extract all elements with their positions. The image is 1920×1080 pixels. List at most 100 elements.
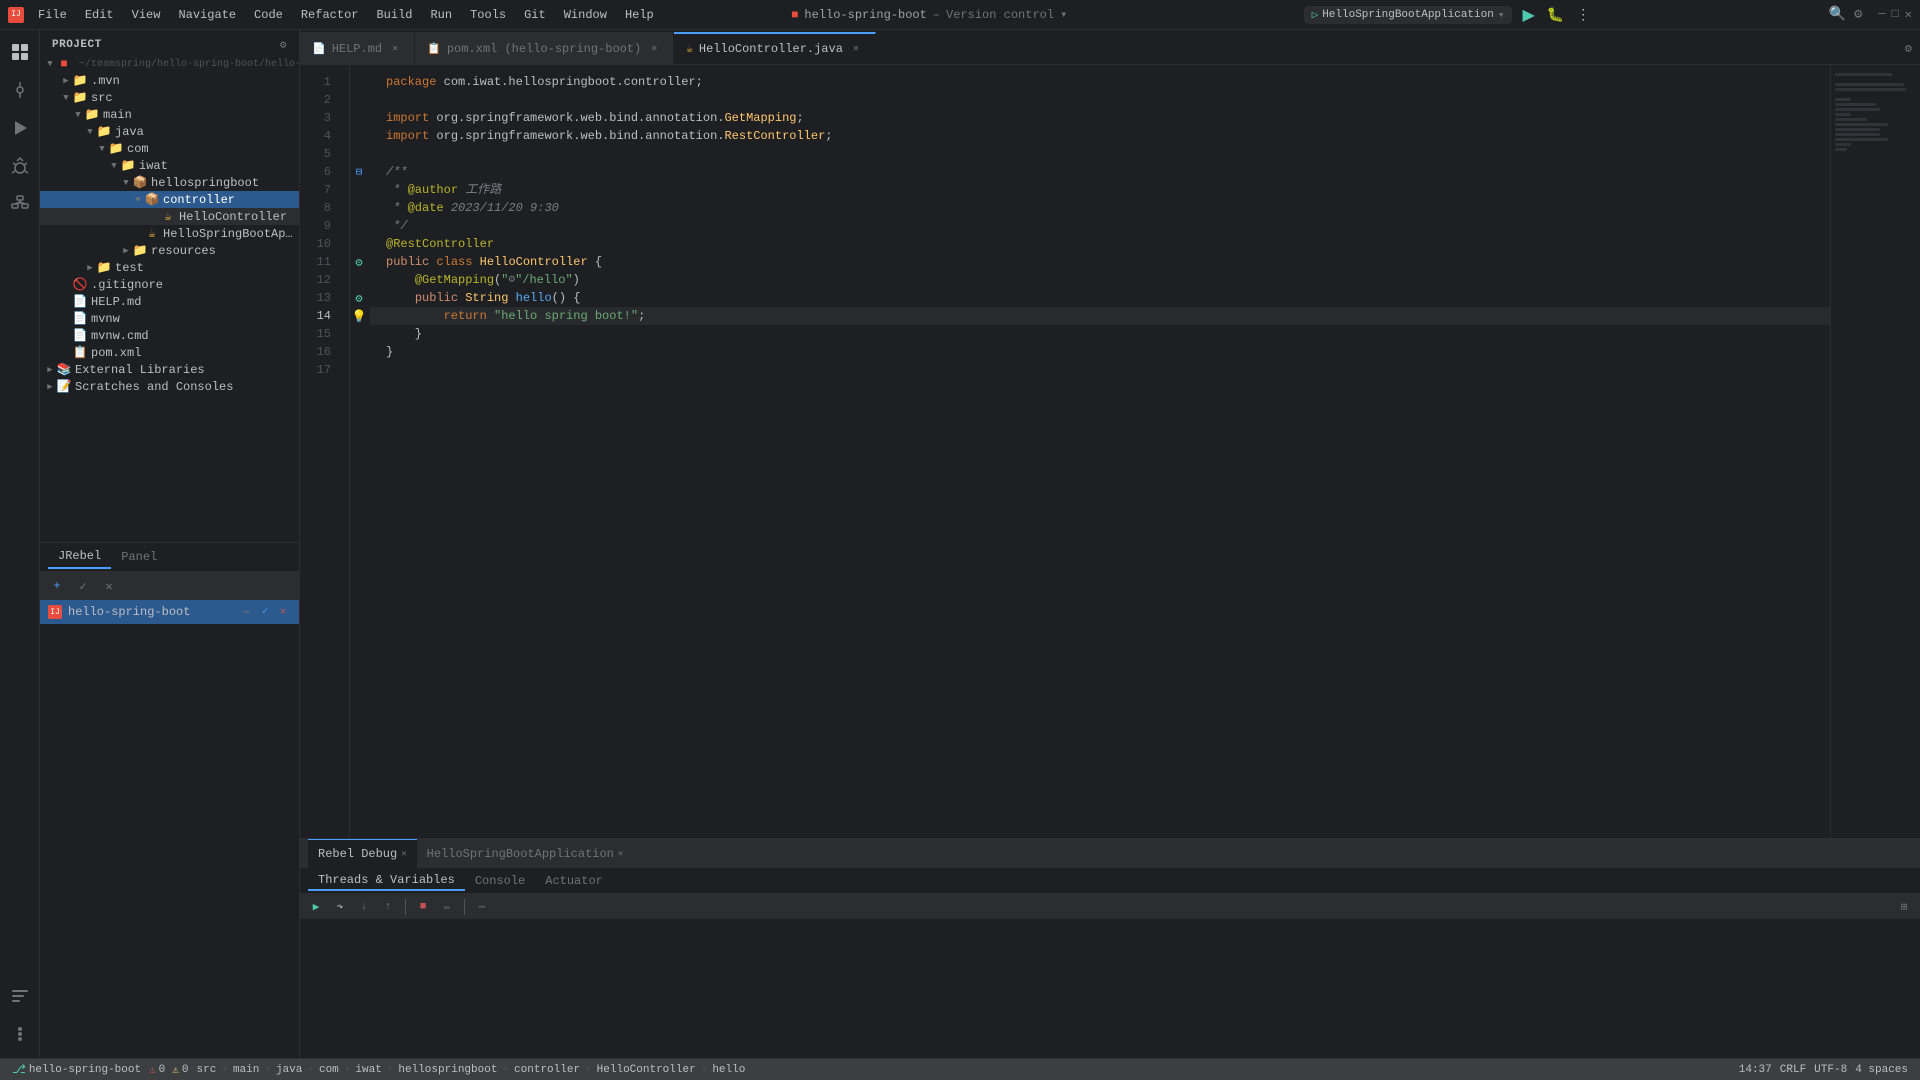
- code-line-4[interactable]: import org.springframework.web.bind.anno…: [370, 127, 1830, 145]
- tab-more-button[interactable]: ⚙: [1897, 32, 1920, 64]
- tab-help-md[interactable]: 📄 HELP.md ✕: [300, 32, 415, 64]
- tree-item-scratches[interactable]: ▶ 📝 Scratches and Consoles: [40, 378, 299, 395]
- tree-item-mvnw[interactable]: ▶ 📄 mvnw: [40, 310, 299, 327]
- tree-item-ext-libs[interactable]: ▶ 📚 External Libraries: [40, 361, 299, 378]
- subtab-console[interactable]: Console: [465, 872, 535, 890]
- tree-item-root[interactable]: ▼ ■ hello-spring-boot ~/teamspring/hello…: [40, 56, 299, 72]
- tree-item-src[interactable]: ▼ 📁 src: [40, 89, 299, 106]
- tab-close-pom[interactable]: ✕: [647, 42, 661, 56]
- btm-step-out-btn[interactable]: ↑: [378, 897, 398, 917]
- sidebar-settings-icon[interactable]: ⚙: [280, 38, 287, 52]
- activity-run[interactable]: [2, 110, 38, 146]
- menu-git[interactable]: Git: [516, 6, 554, 24]
- search-button[interactable]: 🔍: [1829, 6, 1846, 23]
- menu-edit[interactable]: Edit: [77, 6, 122, 24]
- subtab-threads[interactable]: Threads & Variables: [308, 871, 465, 891]
- menu-tools[interactable]: Tools: [462, 6, 514, 24]
- menu-code[interactable]: Code: [246, 6, 291, 24]
- btm-step-into-btn[interactable]: ↓: [354, 897, 374, 917]
- tree-item-mvnwcmd[interactable]: ▶ 📄 mvnw.cmd: [40, 327, 299, 344]
- run-config-selector[interactable]: ▷ HelloSpringBootApplication ▾: [1304, 6, 1513, 24]
- btm-more-btn[interactable]: ⋯: [472, 897, 492, 917]
- status-line-sep[interactable]: CRLF: [1776, 1064, 1810, 1076]
- tree-item-com[interactable]: ▼ 📁 com: [40, 140, 299, 157]
- tree-item-gitignore[interactable]: ▶ 🚫 .gitignore: [40, 276, 299, 293]
- activity-gradle[interactable]: [2, 1016, 38, 1052]
- tab-close-help[interactable]: ✕: [388, 42, 402, 56]
- jrebel-remove-btn[interactable]: ✕: [275, 604, 291, 620]
- code-area[interactable]: package com.iwat.hellospringboot.control…: [370, 65, 1830, 838]
- run-button[interactable]: ▶: [1520, 3, 1536, 27]
- tree-item-controller[interactable]: ▼ 📦 controller: [40, 191, 299, 208]
- bottom-tab-hello-app[interactable]: HelloSpringBootApplication ✕: [417, 839, 634, 869]
- activity-maven[interactable]: [2, 978, 38, 1014]
- jrebel-close-btn[interactable]: ✕: [98, 575, 120, 597]
- jrebel-edit-btn[interactable]: ✏: [239, 604, 255, 620]
- menu-run[interactable]: Run: [422, 6, 460, 24]
- gutter-icon-6[interactable]: ⊟: [350, 163, 368, 181]
- minimize-button[interactable]: ─: [1878, 7, 1885, 22]
- version-control[interactable]: Version control: [946, 8, 1054, 22]
- tree-item-java[interactable]: ▼ 📁 java: [40, 123, 299, 140]
- subtab-actuator[interactable]: Actuator: [535, 872, 613, 890]
- tree-item-mvn[interactable]: ▶ 📁 .mvn: [40, 72, 299, 89]
- close-button[interactable]: ✕: [1905, 7, 1912, 22]
- menu-window[interactable]: Window: [556, 6, 615, 24]
- debug-button[interactable]: 🐛: [1545, 4, 1566, 25]
- btm-edit-btn[interactable]: ✏: [437, 897, 457, 917]
- tree-item-helpmd[interactable]: ▶ 📄 HELP.md: [40, 293, 299, 310]
- code-line-10[interactable]: @RestController: [370, 235, 1830, 253]
- bottom-tab-rebel-debug[interactable]: Rebel Debug ✕: [308, 839, 417, 869]
- tree-item-test[interactable]: ▶ 📁 test: [40, 259, 299, 276]
- tab-pom-xml[interactable]: 📋 pom.xml (hello-spring-boot) ✕: [415, 32, 674, 64]
- code-line-8[interactable]: * @date 2023/11/20 9:30: [370, 199, 1830, 217]
- code-line-1[interactable]: package com.iwat.hellospringboot.control…: [370, 73, 1830, 91]
- menu-view[interactable]: View: [124, 6, 169, 24]
- code-line-6[interactable]: /**: [370, 163, 1830, 181]
- code-line-12[interactable]: @GetMapping("⚙"/hello"): [370, 271, 1830, 289]
- jrebel-add-btn[interactable]: +: [46, 575, 68, 597]
- jrebel-check-btn[interactable]: ✓: [72, 575, 94, 597]
- status-errors[interactable]: ⚠ 0 ⚠ 0: [145, 1063, 192, 1077]
- rebel-debug-close[interactable]: ✕: [401, 849, 406, 859]
- code-line-9[interactable]: */: [370, 217, 1830, 235]
- settings-button[interactable]: ⚙: [1854, 6, 1862, 23]
- code-line-14[interactable]: return "hello spring boot!";: [370, 307, 1830, 325]
- status-position[interactable]: 14:37: [1735, 1064, 1776, 1076]
- gutter-icon-11[interactable]: ⚙: [350, 253, 368, 271]
- code-line-15[interactable]: }: [370, 325, 1830, 343]
- activity-debug[interactable]: [2, 148, 38, 184]
- code-line-3[interactable]: import org.springframework.web.bind.anno…: [370, 109, 1830, 127]
- code-line-17[interactable]: [370, 361, 1830, 379]
- maximize-button[interactable]: □: [1892, 7, 1899, 22]
- code-line-2[interactable]: [370, 91, 1830, 109]
- jrebel-check-action-btn[interactable]: ✓: [257, 604, 273, 620]
- code-line-16[interactable]: }: [370, 343, 1830, 361]
- activity-structure[interactable]: [2, 186, 38, 222]
- tab-close-hc[interactable]: ✕: [849, 42, 863, 56]
- menu-refactor[interactable]: Refactor: [293, 6, 367, 24]
- tree-item-pomxml[interactable]: ▶ 📋 pom.xml: [40, 344, 299, 361]
- menu-help[interactable]: Help: [617, 6, 662, 24]
- code-line-5[interactable]: [370, 145, 1830, 163]
- tree-item-hellospringboot[interactable]: ▼ 📦 hellospringboot: [40, 174, 299, 191]
- gutter-icon-13[interactable]: ⚙: [350, 289, 368, 307]
- menu-build[interactable]: Build: [368, 6, 420, 24]
- tab-hello-controller[interactable]: ☕ HelloController.java ✕: [674, 32, 876, 64]
- more-run-button[interactable]: ⋮: [1574, 4, 1592, 25]
- btm-layout-btn[interactable]: ⊞: [1894, 897, 1914, 917]
- hello-app-close[interactable]: ✕: [618, 849, 623, 859]
- panel-tab[interactable]: Panel: [111, 546, 167, 568]
- code-line-11[interactable]: public class HelloController {: [370, 253, 1830, 271]
- tree-item-resources[interactable]: ▶ 📁 resources: [40, 242, 299, 259]
- code-line-13[interactable]: public String hello() {: [370, 289, 1830, 307]
- tree-item-iwat[interactable]: ▼ 📁 iwat: [40, 157, 299, 174]
- tree-item-hellosba[interactable]: ▶ ☕ HelloSpringBootApplication: [40, 225, 299, 242]
- menu-navigate[interactable]: Navigate: [170, 6, 244, 24]
- btm-resume-btn[interactable]: ▶: [306, 897, 326, 917]
- btm-step-over-btn[interactable]: ↷: [330, 897, 350, 917]
- tree-item-hellocontroller[interactable]: ▶ ☕ HelloController: [40, 208, 299, 225]
- code-line-7[interactable]: * @author 工作路: [370, 181, 1830, 199]
- status-encoding[interactable]: UTF-8: [1810, 1064, 1851, 1076]
- status-indent[interactable]: 4 spaces: [1851, 1064, 1912, 1076]
